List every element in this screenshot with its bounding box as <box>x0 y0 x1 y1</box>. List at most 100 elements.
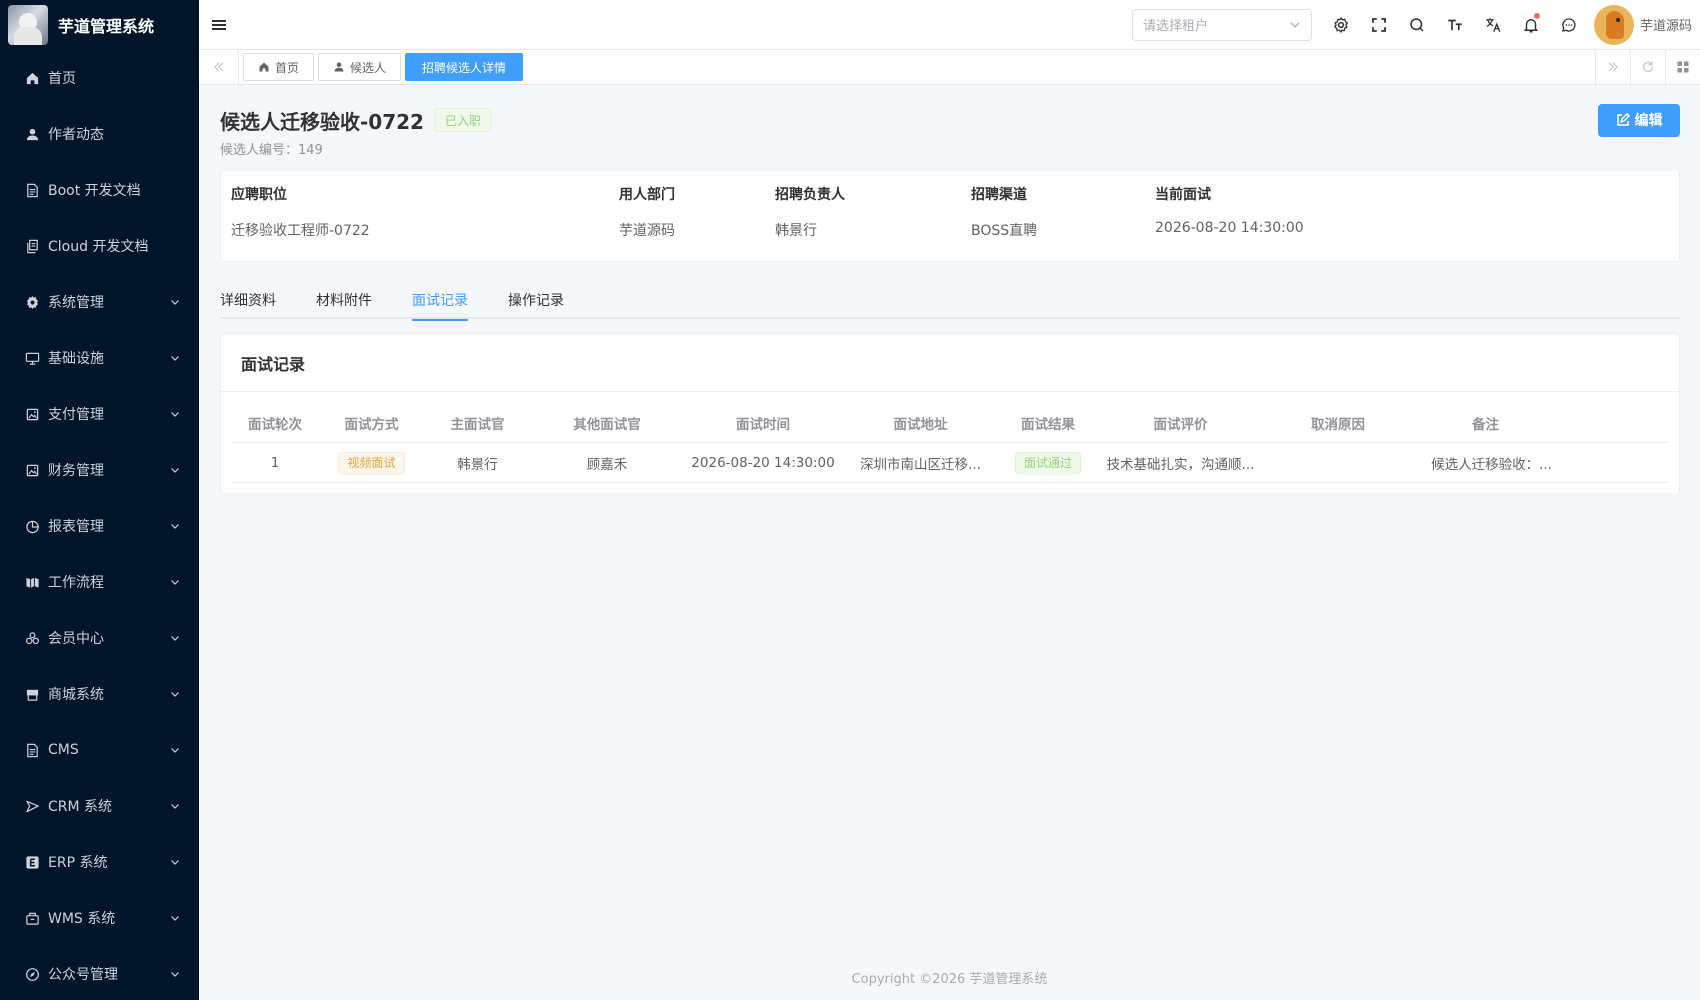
sidebar-menu: 首页作者动态 Boot 开发文档 Cloud 开发文档系统管理基础设施支付管理财务管… <box>0 50 199 1000</box>
refresh-icon[interactable] <box>1630 49 1665 85</box>
column-header: 面试结果 <box>1021 416 1075 433</box>
bell-icon[interactable] <box>1512 0 1550 50</box>
tab-0[interactable]: 详细资料 <box>220 281 276 319</box>
translate-icon[interactable] <box>1474 0 1512 50</box>
sidebar-item-label: 会员中心 <box>48 631 104 647</box>
sidebar-item-7[interactable]: 财务管理 <box>0 442 199 498</box>
summary-field: 用人部门 芋道源码 <box>619 184 675 240</box>
sidebar-item-5[interactable]: 基础设施 <box>0 330 199 386</box>
column-header: 面试地址 <box>893 416 948 433</box>
chevron-down-icon <box>1290 22 1300 28</box>
scroll-left-icon[interactable] <box>199 49 239 85</box>
summary-field-value: BOSS直聘 <box>971 223 1038 239</box>
home-icon <box>258 61 275 73</box>
search-icon[interactable] <box>1398 0 1436 50</box>
sidebar-item-11[interactable]: 商城系统 <box>0 666 199 722</box>
chevron-down-icon <box>169 912 181 924</box>
detail-tabs: 详细资料 材料附件 面试记录 操作记录 <box>220 281 1680 321</box>
fullscreen-icon[interactable] <box>1360 0 1398 50</box>
tab-1[interactable]: 材料附件 <box>316 281 372 319</box>
sidebar-item-label: 支付管理 <box>48 407 104 423</box>
sidebar-item-10[interactable]: 会员中心 <box>0 610 199 666</box>
sidebar-item-0[interactable]: 首页 <box>0 50 199 106</box>
grid-menu-icon[interactable] <box>1665 49 1700 85</box>
column-header: 面试评价 <box>1153 416 1208 433</box>
compass-icon <box>24 966 40 982</box>
logo[interactable]: 芋道管理系统 <box>0 0 199 50</box>
scroll-right-icon[interactable] <box>1595 49 1630 85</box>
table-cell: 2026-08-20 14:30:00 <box>691 454 835 471</box>
header-toolbar: 请选择租户 芋道源码 <box>1131 0 1700 50</box>
tag-item-1[interactable]: 候选人 <box>318 53 402 81</box>
edit-button[interactable]: 编辑 <box>1598 103 1680 137</box>
crm-icon <box>24 798 40 814</box>
tenant-select[interactable]: 请选择租户 <box>1131 8 1312 41</box>
sidebar-item-16[interactable]: 公众号管理 <box>0 946 199 1000</box>
erp-icon <box>24 854 40 870</box>
sidebar-item-13[interactable]: CRM 系统 <box>0 778 199 834</box>
sidebar-item-4[interactable]: 系统管理 <box>0 274 199 330</box>
sidebar-item-1[interactable]: 作者动态 <box>0 106 199 162</box>
tag-item-2[interactable]: 招聘候选人详情 <box>405 53 524 81</box>
avatar <box>1593 4 1634 45</box>
summary-field-label: 当前面试 <box>1155 187 1211 203</box>
document-copy-icon <box>24 238 40 254</box>
sidebar-item-9[interactable]: 工作流程 <box>0 554 199 610</box>
tab-2[interactable]: 面试记录 <box>412 281 468 321</box>
username: 芋道源码 <box>1639 19 1692 34</box>
summary-field: 当前面试 2026-08-20 14:30:00 <box>1155 184 1304 236</box>
tags-view: 首页 候选人 招聘候选人详情 <box>199 49 1700 85</box>
chevron-down-icon <box>169 632 181 644</box>
sidebar-item-2[interactable]: Boot 开发文档 <box>0 162 199 218</box>
interview-result-tag: 面试通过 <box>1014 451 1081 474</box>
notification-dot <box>1533 12 1540 19</box>
sidebar-item-3[interactable]: Cloud 开发文档 <box>0 218 199 274</box>
font-size-icon[interactable] <box>1436 0 1474 50</box>
table-cell: 视频面试 <box>319 451 424 474</box>
sidebar-item-6[interactable]: 支付管理 <box>0 386 199 442</box>
table-row: 1 视频面试 韩景行 顾嘉禾 2026-08-20 14:30:00 深圳市南山区迁移..… <box>231 443 1669 483</box>
summary-field-value: 2026-08-20 14:30:00 <box>1155 220 1304 236</box>
chevron-down-icon <box>169 296 181 308</box>
sidebar-item-14[interactable]: ERP 系统 <box>0 834 199 890</box>
app-title: 芋道管理系统 <box>58 17 155 36</box>
chevron-down-icon <box>169 352 181 364</box>
members-icon <box>24 630 40 646</box>
pie-chart-icon <box>24 518 40 534</box>
candidate-number-value: 149 <box>298 143 323 158</box>
sidebar-item-label: 系统管理 <box>48 295 104 311</box>
record-card-title: 面试记录 <box>221 334 1679 392</box>
page-title: 候选人迁移验收-0722 <box>220 109 424 134</box>
column-header: 面试方式 <box>344 416 399 433</box>
sidebar-item-15[interactable]: WMS 系统 <box>0 890 199 946</box>
table-cell: 深圳市南山区迁移... <box>860 456 981 473</box>
table-cell: 面试通过 <box>998 451 1098 474</box>
table-cell: 顾嘉禾 <box>586 456 628 473</box>
sidebar: 芋道管理系统 首页作者动态 Boot 开发文档 Cloud 开发文档系统管理基础设施… <box>0 0 199 1000</box>
tag-actions <box>1595 49 1700 85</box>
candidate-number: 候选人编号：149 <box>220 139 1680 158</box>
tag-item-0[interactable]: 首页 <box>243 53 315 81</box>
sidebar-item-label: 报表管理 <box>48 519 104 535</box>
sidebar-item-12[interactable]: CMS <box>0 722 199 778</box>
tag-label: 首页 <box>275 60 300 75</box>
sidebar-item-label: 财务管理 <box>48 463 104 479</box>
chevron-down-icon <box>169 520 181 532</box>
sidebar-item-label: Boot 开发文档 <box>48 183 141 199</box>
sidebar-item-label: WMS 系统 <box>48 911 116 927</box>
footer-copyright: Copyright ©2026 芋道管理系统 <box>851 971 1048 987</box>
message-icon[interactable] <box>1550 0 1588 50</box>
chevron-down-icon <box>169 576 181 588</box>
table-cell: 候选人迁移验收：... <box>1431 456 1552 473</box>
chevron-down-icon <box>169 408 181 420</box>
menu-toggle-icon[interactable] <box>199 0 239 50</box>
sidebar-item-8[interactable]: 报表管理 <box>0 498 199 554</box>
settings-gear-icon[interactable] <box>1322 0 1360 50</box>
sidebar-item-label: 作者动态 <box>48 127 104 143</box>
summary-field-value: 芋道源码 <box>619 223 675 239</box>
tab-3[interactable]: 操作记录 <box>508 281 564 319</box>
top-header: 请选择租户 芋道源码 <box>199 0 1700 50</box>
user-menu[interactable]: 芋道源码 <box>1588 4 1700 45</box>
logo-image <box>8 5 48 45</box>
summary-field: 招聘渠道 BOSS直聘 <box>971 184 1037 240</box>
